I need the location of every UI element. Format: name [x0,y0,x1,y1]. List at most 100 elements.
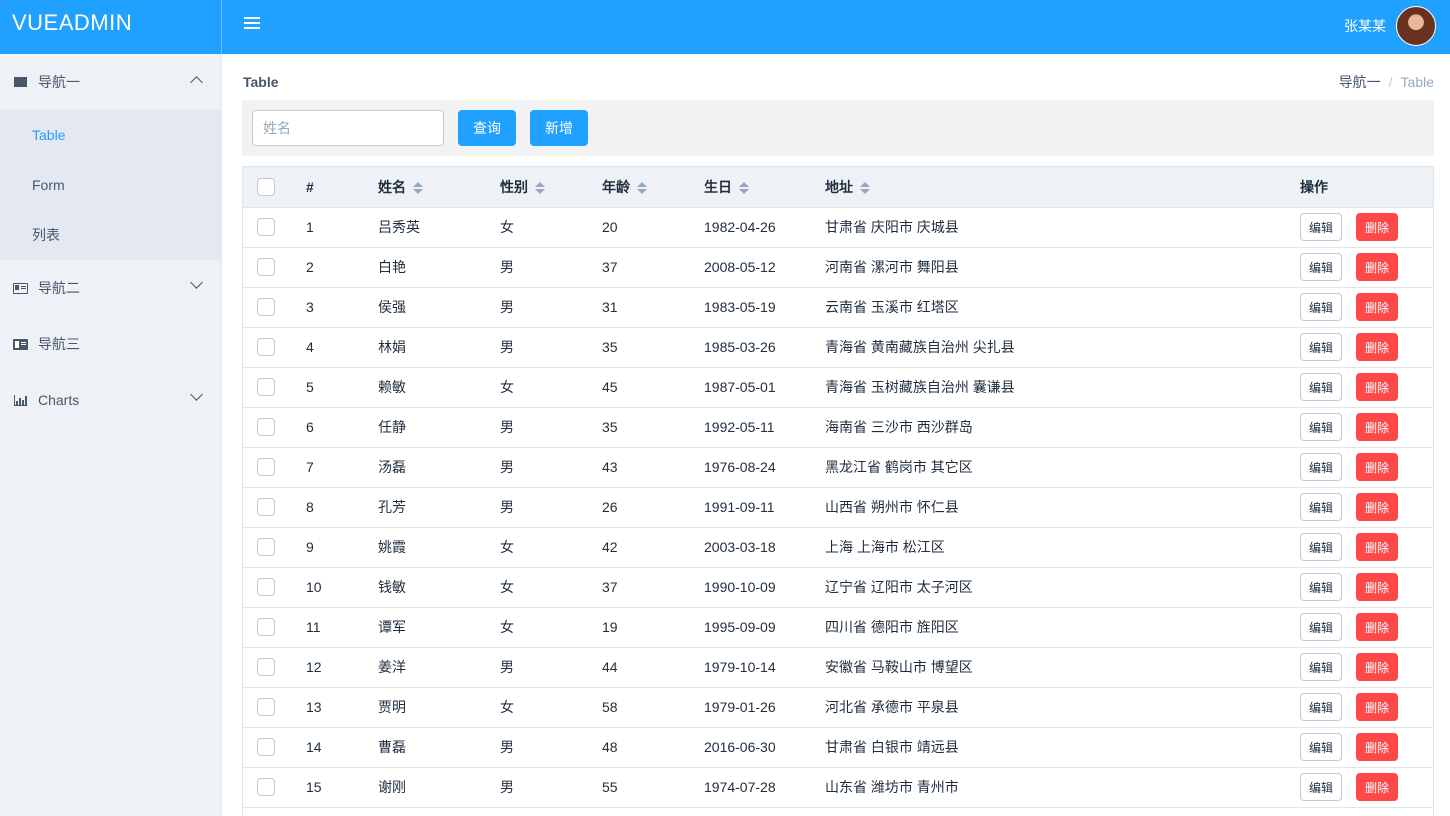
sidebar-group-charts[interactable]: Charts [0,372,221,428]
edit-button[interactable]: 编辑 [1300,493,1343,521]
select-all-checkbox[interactable] [257,177,275,196]
column-header-name[interactable]: 姓名 [378,167,500,208]
edit-button[interactable]: 编辑 [1300,693,1343,721]
table-row: 2 白艳男 37 2008-05-12 河南省 漯河市 舞阳县 编辑 删除 [243,247,1433,288]
table-row: 15 谢刚男 55 1974-07-28 山东省 潍坊市 青州市 编辑 删除 [243,767,1433,808]
edit-button[interactable]: 编辑 [1300,533,1343,561]
sidebar-item-list[interactable]: 列表 [0,210,221,260]
cell-birthday: 1987-05-01 [704,367,825,408]
edit-button[interactable]: 编辑 [1300,253,1343,281]
breadcrumb: 导航一 / Table [1339,72,1434,92]
name-search-input[interactable] [252,110,444,146]
add-button[interactable]: 新增 [530,110,588,146]
column-header-age[interactable]: 年龄 [602,167,704,208]
row-select-cell [243,407,306,448]
edit-button[interactable]: 编辑 [1300,573,1343,601]
sidebar-group-nav1[interactable]: 导航一 [0,54,221,110]
column-header-gender[interactable]: 性别 [500,167,602,208]
sort-icon[interactable] [860,182,870,195]
sidebar-item-form[interactable]: Form [0,160,221,210]
delete-button[interactable]: 删除 [1356,573,1399,601]
cell-name: 钱敏 [378,567,500,608]
cell-age: 26 [602,487,704,528]
cell-name: 姜洋 [378,647,500,688]
cell-actions: 编辑 删除 [1300,407,1433,448]
delete-button[interactable]: 删除 [1356,213,1399,241]
row-checkbox[interactable] [257,778,275,797]
edit-button[interactable]: 编辑 [1300,773,1343,801]
delete-button[interactable]: 删除 [1356,533,1399,561]
edit-button[interactable]: 编辑 [1300,413,1343,441]
row-checkbox[interactable] [257,498,275,517]
edit-button[interactable]: 编辑 [1300,453,1343,481]
sidebar-group-nav3[interactable]: 导航三 [0,316,221,372]
cell-birthday: 1990-10-09 [704,567,825,608]
row-checkbox[interactable] [257,458,275,477]
edit-button[interactable]: 编辑 [1300,333,1343,361]
delete-button[interactable]: 删除 [1356,773,1399,801]
delete-button[interactable]: 删除 [1356,693,1399,721]
column-header-birthday[interactable]: 生日 [704,167,825,208]
row-checkbox[interactable] [257,218,275,237]
row-checkbox[interactable] [257,618,275,637]
sort-icon[interactable] [413,182,423,195]
cell-actions: 编辑 删除 [1300,327,1433,368]
row-checkbox[interactable] [257,578,275,597]
cell-age: 44 [602,647,704,688]
edit-button[interactable]: 编辑 [1300,733,1343,761]
query-button[interactable]: 查询 [458,110,516,146]
delete-button[interactable]: 删除 [1356,413,1399,441]
row-checkbox[interactable] [257,658,275,677]
row-checkbox[interactable] [257,738,275,757]
cell-birthday: 1985-03-26 [704,327,825,368]
row-checkbox[interactable] [257,698,275,717]
delete-button[interactable]: 删除 [1356,613,1399,641]
delete-button[interactable]: 删除 [1356,733,1399,761]
row-checkbox[interactable] [257,378,275,397]
edit-button[interactable]: 编辑 [1300,213,1343,241]
column-header-address[interactable]: 地址 [825,167,1300,208]
sidebar-item-table[interactable]: Table [0,110,221,160]
delete-button[interactable]: 删除 [1356,333,1399,361]
table-row: 10 钱敏女 37 1990-10-09 辽宁省 辽阳市 太子河区 编辑 删除 [243,567,1433,608]
row-checkbox[interactable] [257,418,275,437]
cell-actions: 编辑 删除 [1300,207,1433,248]
column-header-label: 姓名 [378,178,406,195]
sort-icon[interactable] [739,182,749,195]
cell-age: 19 [602,607,704,648]
edit-button[interactable]: 编辑 [1300,373,1343,401]
delete-button[interactable]: 删除 [1356,373,1399,401]
cell-birthday: 2016-06-30 [704,727,825,768]
cell-gender: 男 [500,727,602,768]
delete-button[interactable]: 删除 [1356,293,1399,321]
cell-name: 白艳 [378,247,500,288]
row-checkbox[interactable] [257,338,275,357]
row-checkbox[interactable] [257,258,275,277]
edit-button[interactable]: 编辑 [1300,293,1343,321]
row-select-cell [243,367,306,408]
row-select-cell [243,647,306,688]
delete-button[interactable]: 删除 [1356,653,1399,681]
menu-toggle-icon[interactable] [244,17,260,31]
cell-name: 谢刚 [378,767,500,808]
edit-button[interactable]: 编辑 [1300,653,1343,681]
sort-icon[interactable] [637,182,647,195]
row-select-cell [243,767,306,808]
table-row: 6 任静男 35 1992-05-11 海南省 三沙市 西沙群岛 编辑 删除 [243,407,1433,448]
delete-button[interactable]: 删除 [1356,253,1399,281]
user-menu[interactable]: 张某某 [1344,4,1436,48]
user-name[interactable]: 张某某 [1344,16,1386,36]
breadcrumb-item-nav1[interactable]: 导航一 [1339,74,1381,90]
cell-index: 7 [306,447,378,488]
avatar[interactable] [1396,6,1436,46]
row-checkbox[interactable] [257,538,275,557]
cell-address: 辽宁省 辽阳市 太子河区 [825,567,1300,608]
delete-button[interactable]: 删除 [1356,453,1399,481]
cell-age: 55 [602,767,704,808]
row-checkbox[interactable] [257,298,275,317]
delete-button[interactable]: 删除 [1356,493,1399,521]
sidebar-group-nav2[interactable]: 导航二 [0,260,221,316]
cell-name: 任静 [378,407,500,448]
edit-button[interactable]: 编辑 [1300,613,1343,641]
sort-icon[interactable] [535,182,545,195]
